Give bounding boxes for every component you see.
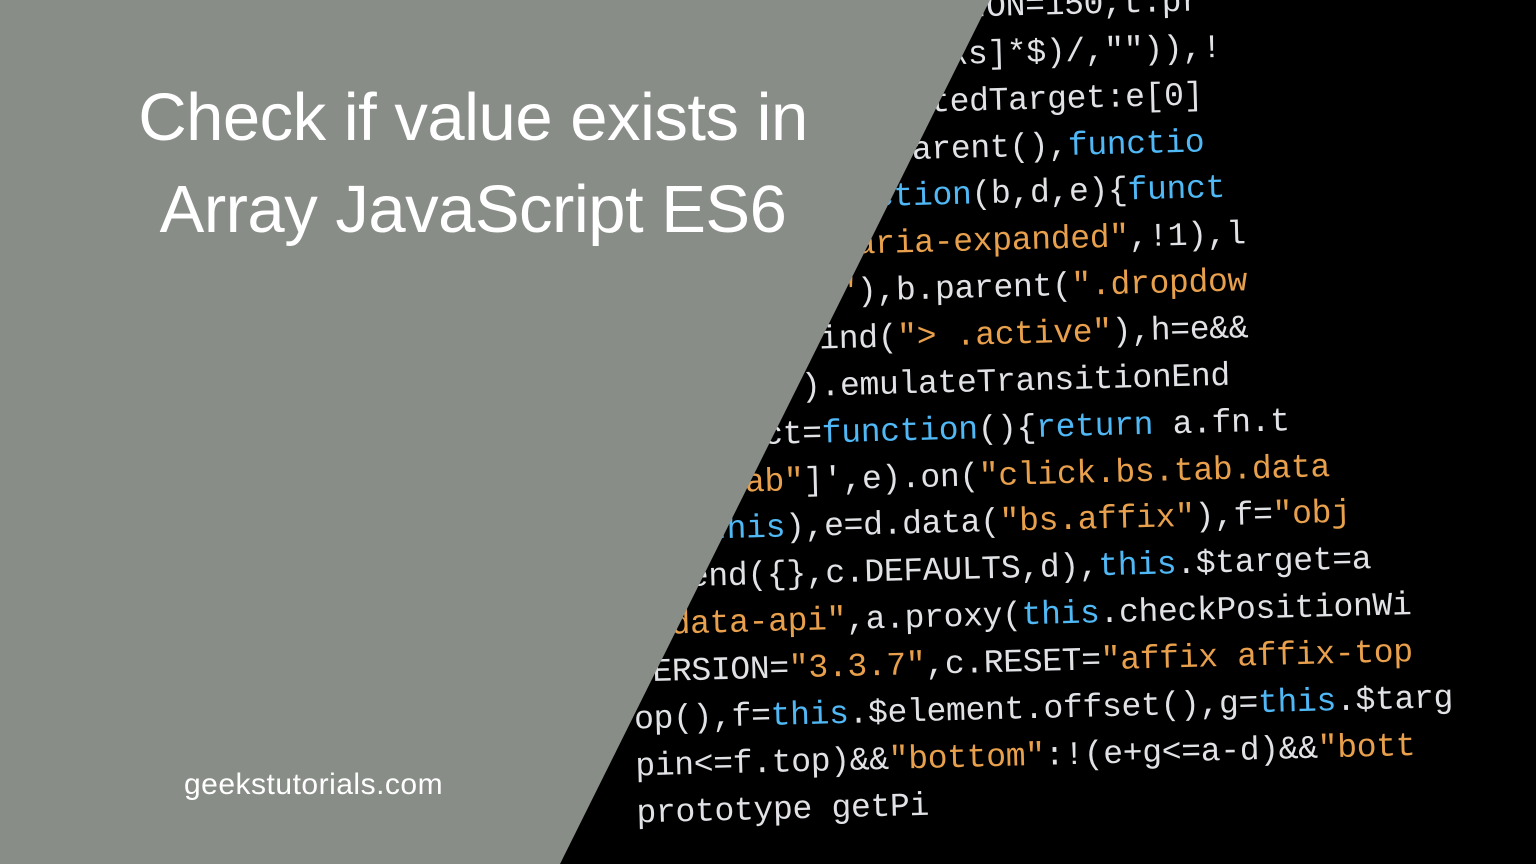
code-line: VERSION="3.3.7",c.RESET="affix affix-top [632,634,1413,691]
code-line: extend({},c.DEFAULTS,d),this.$target=a [630,541,1372,597]
code-line: x.data-api",a.proxy(this.checkPositionWi [631,587,1412,644]
code-line: pin<=f.top)&&"bottom":!(e+g<=a-d)&&"bott [635,728,1416,785]
article-title: Check if value exists in Array JavaScrip… [68,72,878,257]
site-watermark: geekstutorials.com [184,768,443,802]
code-line: prototype getPi [636,787,929,832]
